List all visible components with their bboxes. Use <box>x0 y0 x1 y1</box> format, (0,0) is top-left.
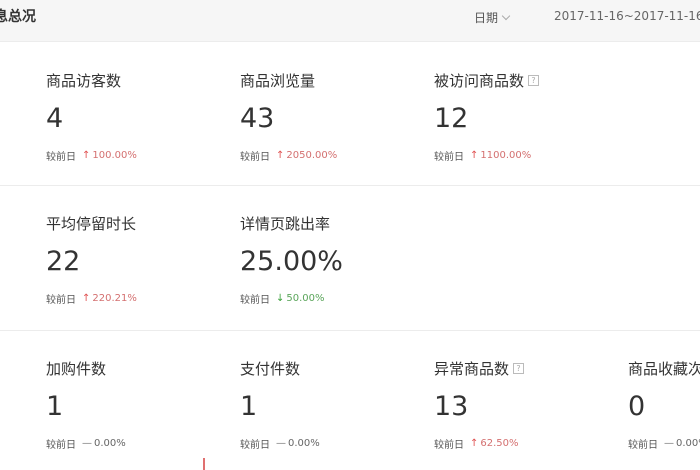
metric-value: 1 <box>46 391 64 422</box>
metric-value: 22 <box>46 246 81 277</box>
help-icon[interactable]: ? <box>528 75 540 86</box>
chevron-down-icon <box>501 11 511 21</box>
metric-compare: 较前日 ↑ 220.21% <box>46 291 137 306</box>
metric-card: 详情页跳出率 25.00% 较前日 ↓ 50.00% <box>240 186 420 329</box>
metric-value: 1 <box>240 391 258 422</box>
metric-card: 商品收藏次 0 较前日 — 0.00% <box>628 331 700 470</box>
help-icon[interactable]: ? <box>513 363 525 374</box>
compare-label: 较前日 <box>434 152 464 163</box>
metric-value: 12 <box>434 103 469 134</box>
metric-label: 商品浏览量 <box>240 72 316 90</box>
arrow-up-icon: ↑ <box>470 438 479 449</box>
metric-label: 异常商品数 <box>434 360 510 378</box>
compare-label: 较前日 <box>628 440 658 451</box>
metric-compare: 较前日 — 0.00% <box>240 436 320 451</box>
change-percent: 62.50% <box>480 438 519 449</box>
metrics-row-2: 平均停留时长 22 较前日 ↑ 220.21% 详情页跳出率 25.00% 较前… <box>0 185 700 329</box>
change-percent: 0.00% <box>288 438 320 449</box>
metric-value: 13 <box>434 391 469 422</box>
metric-compare: 较前日 — 0.00% <box>46 436 126 451</box>
metric-value: 4 <box>46 103 64 134</box>
change-percent: 1100.00% <box>480 150 532 161</box>
arrow-up-icon: ↑ <box>470 150 479 161</box>
arrow-up-icon: ↑ <box>276 150 285 161</box>
change-percent: 100.00% <box>92 150 137 161</box>
compare-label: 较前日 <box>240 440 270 451</box>
metric-label: 详情页跳出率 <box>240 215 331 233</box>
page-title: 息总况 <box>0 9 36 25</box>
metric-card: 平均停留时长 22 较前日 ↑ 220.21% <box>46 186 226 329</box>
metric-label: 商品收藏次 <box>628 360 700 378</box>
decorative-mark <box>203 458 205 470</box>
compare-label: 较前日 <box>46 295 76 306</box>
metric-value: 0 <box>628 391 646 422</box>
arrow-up-icon: ↑ <box>82 293 91 304</box>
date-type-select[interactable]: 日期 <box>474 9 511 26</box>
date-select-label: 日期 <box>474 11 499 25</box>
compare-label: 较前日 <box>240 295 270 306</box>
metric-card: 加购件数 1 较前日 — 0.00% <box>46 331 226 470</box>
compare-label: 较前日 <box>46 440 76 451</box>
metric-value: 25.00% <box>240 246 343 277</box>
arrow-down-icon: ↓ <box>276 293 285 304</box>
metric-compare: 较前日 ↓ 50.00% <box>240 291 325 306</box>
compare-label: 较前日 <box>240 152 270 163</box>
metrics-row-1: 商品访客数 4 较前日 ↑ 100.00% 商品浏览量 43 较前日 ↑ 205… <box>0 43 700 184</box>
flat-dash-icon: — <box>276 438 286 449</box>
metric-label: 加购件数 <box>46 360 107 378</box>
change-percent: 220.21% <box>92 293 137 304</box>
metrics-row-3: 加购件数 1 较前日 — 0.00% 支付件数 1 较前日 — 0.00% 异常… <box>0 330 700 470</box>
date-range-picker[interactable]: 2017-11-16~2017-11-16 <box>554 9 700 23</box>
change-percent: 0.00% <box>676 438 700 449</box>
arrow-up-icon: ↑ <box>82 150 91 161</box>
metric-card: 商品访客数 4 较前日 ↑ 100.00% <box>46 43 226 184</box>
compare-label: 较前日 <box>46 152 76 163</box>
metric-label: 商品访客数 <box>46 72 122 90</box>
flat-dash-icon: — <box>82 438 92 449</box>
metric-label: 平均停留时长 <box>46 215 137 233</box>
metric-card: 商品浏览量 43 较前日 ↑ 2050.00% <box>240 43 420 184</box>
change-percent: 50.00% <box>286 293 325 304</box>
compare-label: 较前日 <box>434 440 464 451</box>
change-percent: 0.00% <box>94 438 126 449</box>
metric-compare: 较前日 — 0.00% <box>628 436 700 451</box>
metric-value: 43 <box>240 103 275 134</box>
overview-header: 息总况 日期 2017-11-16~2017-11-16 <box>0 0 700 42</box>
metric-card: 被访问商品数 ? 12 较前日 ↑ 1100.00% <box>434 43 614 184</box>
metric-card: 异常商品数 ? 13 较前日 ↑ 62.50% <box>434 331 614 470</box>
flat-dash-icon: — <box>664 438 674 449</box>
change-percent: 2050.00% <box>286 150 338 161</box>
metric-label: 支付件数 <box>240 360 301 378</box>
metric-compare: 较前日 ↑ 1100.00% <box>434 148 531 163</box>
metric-label: 被访问商品数 <box>434 72 525 90</box>
metric-compare: 较前日 ↑ 62.50% <box>434 436 519 451</box>
metric-compare: 较前日 ↑ 100.00% <box>46 148 137 163</box>
metric-card: 支付件数 1 较前日 — 0.00% <box>240 331 420 470</box>
metric-compare: 较前日 ↑ 2050.00% <box>240 148 337 163</box>
